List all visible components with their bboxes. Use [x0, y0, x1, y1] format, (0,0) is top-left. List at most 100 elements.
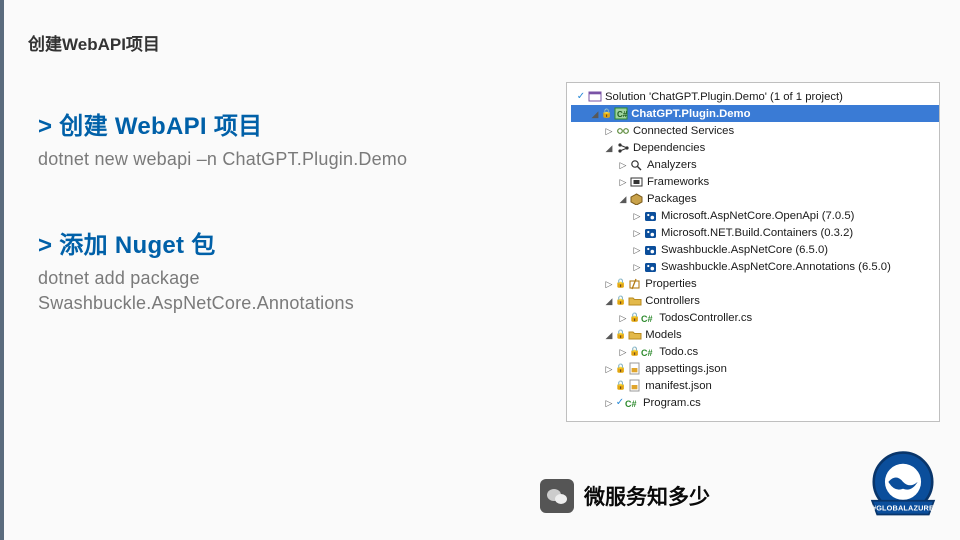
lock-icon: 🔒: [629, 346, 640, 357]
node-label: Analyzers: [646, 159, 697, 171]
section-create-webapi: > 创建 WebAPI 项目 dotnet new webapi –n Chat…: [38, 106, 498, 171]
expander-icon[interactable]: ▷: [603, 278, 615, 290]
tree-node-dependencies[interactable]: ◢ Dependencies: [571, 139, 939, 156]
node-label: manifest.json: [644, 380, 712, 392]
tree-node-file[interactable]: 🔒 manifest.json: [571, 377, 939, 394]
footer-text: 微服务知多少: [584, 481, 710, 511]
section-add-nuget: > 添加 Nuget 包 dotnet add package Swashbuc…: [38, 225, 498, 315]
node-label: Packages: [646, 193, 697, 205]
tree-node-package[interactable]: ▷ Swashbuckle.AspNetCore.Annotations (6.…: [571, 258, 939, 275]
node-label: Models: [644, 329, 681, 341]
check-icon: ✓: [615, 397, 625, 408]
lock-icon: 🔒: [615, 329, 626, 340]
svg-text:C#: C#: [617, 110, 628, 119]
tree-node-package[interactable]: ▷ Microsoft.NET.Build.Containers (0.3.2): [571, 224, 939, 241]
properties-icon: [627, 277, 642, 291]
expander-icon[interactable]: ◢: [617, 193, 629, 205]
expander-icon[interactable]: ▷: [631, 227, 643, 239]
tree-node-frameworks[interactable]: ▷ Frameworks: [571, 173, 939, 190]
expander-icon[interactable]: ◢: [589, 108, 601, 120]
badge-text: #GLOBALAZURE: [872, 504, 934, 513]
lock-icon: 🔒: [629, 312, 640, 323]
command-create-webapi: dotnet new webapi –n ChatGPT.Plugin.Demo: [38, 147, 498, 171]
nuget-package-icon: [643, 226, 658, 240]
lock-icon: 🔒: [615, 363, 626, 374]
slide-title: 创建WebAPI项目: [28, 30, 160, 55]
expander-icon[interactable]: ▷: [603, 363, 615, 375]
node-label: Todo.cs: [658, 346, 698, 358]
packages-icon: [629, 192, 644, 206]
json-file-icon: [627, 379, 642, 393]
tree-node-packages[interactable]: ◢ Packages: [571, 190, 939, 207]
expander-icon[interactable]: ▷: [603, 125, 615, 137]
heading-create-webapi: > 创建 WebAPI 项目: [38, 106, 498, 141]
node-label: Swashbuckle.AspNetCore (6.5.0): [660, 244, 828, 256]
tree-node-properties[interactable]: ▷ 🔒 Properties: [571, 275, 939, 292]
lock-icon: 🔒: [615, 278, 626, 289]
expander-icon[interactable]: ▷: [603, 397, 615, 409]
expander-icon[interactable]: ▷: [617, 176, 629, 188]
expander-icon[interactable]: ◢: [603, 295, 615, 307]
expander-icon[interactable]: ▷: [631, 244, 643, 256]
cs-file-icon: C#: [641, 311, 656, 325]
node-label: Dependencies: [632, 142, 705, 154]
node-label: Controllers: [644, 295, 700, 307]
expander-icon[interactable]: ◢: [603, 142, 615, 154]
expander-icon[interactable]: ▷: [631, 210, 643, 222]
dependencies-icon: [615, 141, 630, 155]
connected-services-icon: [615, 124, 630, 138]
solution-icon: [587, 90, 602, 104]
tree-node-file[interactable]: ▷ 🔒 C# TodosController.cs: [571, 309, 939, 326]
svg-text:C#: C#: [641, 348, 653, 358]
project-node[interactable]: ◢ 🔒 C# ChatGPT.Plugin.Demo: [571, 105, 939, 122]
wechat-icon: [540, 479, 574, 513]
lock-icon: 🔒: [615, 380, 626, 391]
folder-icon: [627, 294, 642, 308]
tree-node-analyzers[interactable]: ▷ Analyzers: [571, 156, 939, 173]
node-label: Swashbuckle.AspNetCore.Annotations (6.5.…: [660, 261, 891, 273]
tree-node-connected-services[interactable]: ▷ Connected Services: [571, 122, 939, 139]
check-icon: ✓: [575, 91, 587, 102]
svg-text:C#: C#: [625, 399, 637, 409]
nuget-package-icon: [643, 260, 658, 274]
tree-node-package[interactable]: ▷ Swashbuckle.AspNetCore (6.5.0): [571, 241, 939, 258]
tree-node-file[interactable]: ▷ 🔒 C# Todo.cs: [571, 343, 939, 360]
analyzers-icon: [629, 158, 644, 172]
frameworks-icon: [629, 175, 644, 189]
expander-icon[interactable]: ▷: [617, 159, 629, 171]
project-label: ChatGPT.Plugin.Demo: [630, 108, 750, 120]
svg-text:C#: C#: [641, 314, 653, 324]
lock-icon: 🔒: [615, 295, 626, 306]
expander-icon[interactable]: ▷: [631, 261, 643, 273]
node-label: Program.cs: [642, 397, 701, 409]
global-azure-badge: #GLOBALAZURE: [860, 444, 946, 530]
nuget-package-icon: [643, 243, 658, 257]
left-column: > 创建 WebAPI 项目 dotnet new webapi –n Chat…: [38, 106, 498, 315]
solution-label: Solution 'ChatGPT.Plugin.Demo' (1 of 1 p…: [604, 91, 843, 103]
folder-icon: [627, 328, 642, 342]
node-label: Frameworks: [646, 176, 709, 188]
node-label: appsettings.json: [644, 363, 727, 375]
expander-icon[interactable]: ▷: [617, 312, 629, 324]
node-label: Connected Services: [632, 125, 734, 137]
lock-icon: 🔒: [601, 108, 612, 119]
tree-node-file[interactable]: ▷ 🔒 appsettings.json: [571, 360, 939, 377]
tree-node-models[interactable]: ◢ 🔒 Models: [571, 326, 939, 343]
solution-explorer: ✓ Solution 'ChatGPT.Plugin.Demo' (1 of 1…: [566, 82, 940, 422]
json-file-icon: [627, 362, 642, 376]
expander-icon[interactable]: ▷: [617, 346, 629, 358]
node-label: Microsoft.AspNetCore.OpenApi (7.0.5): [660, 210, 854, 222]
solution-node[interactable]: ✓ Solution 'ChatGPT.Plugin.Demo' (1 of 1…: [571, 88, 939, 105]
tree-node-controllers[interactable]: ◢ 🔒 Controllers: [571, 292, 939, 309]
csproj-icon: C#: [613, 107, 628, 121]
nuget-package-icon: [643, 209, 658, 223]
expander-icon[interactable]: ◢: [603, 329, 615, 341]
node-label: TodosController.cs: [658, 312, 752, 324]
cs-file-icon: C#: [625, 396, 640, 410]
command-add-nuget: dotnet add package Swashbuckle.AspNetCor…: [38, 266, 498, 315]
tree-node-package[interactable]: ▷ Microsoft.AspNetCore.OpenApi (7.0.5): [571, 207, 939, 224]
heading-add-nuget: > 添加 Nuget 包: [38, 225, 498, 260]
tree-node-file[interactable]: ▷ ✓ C# Program.cs: [571, 394, 939, 411]
node-label: Microsoft.NET.Build.Containers (0.3.2): [660, 227, 853, 239]
cs-file-icon: C#: [641, 345, 656, 359]
